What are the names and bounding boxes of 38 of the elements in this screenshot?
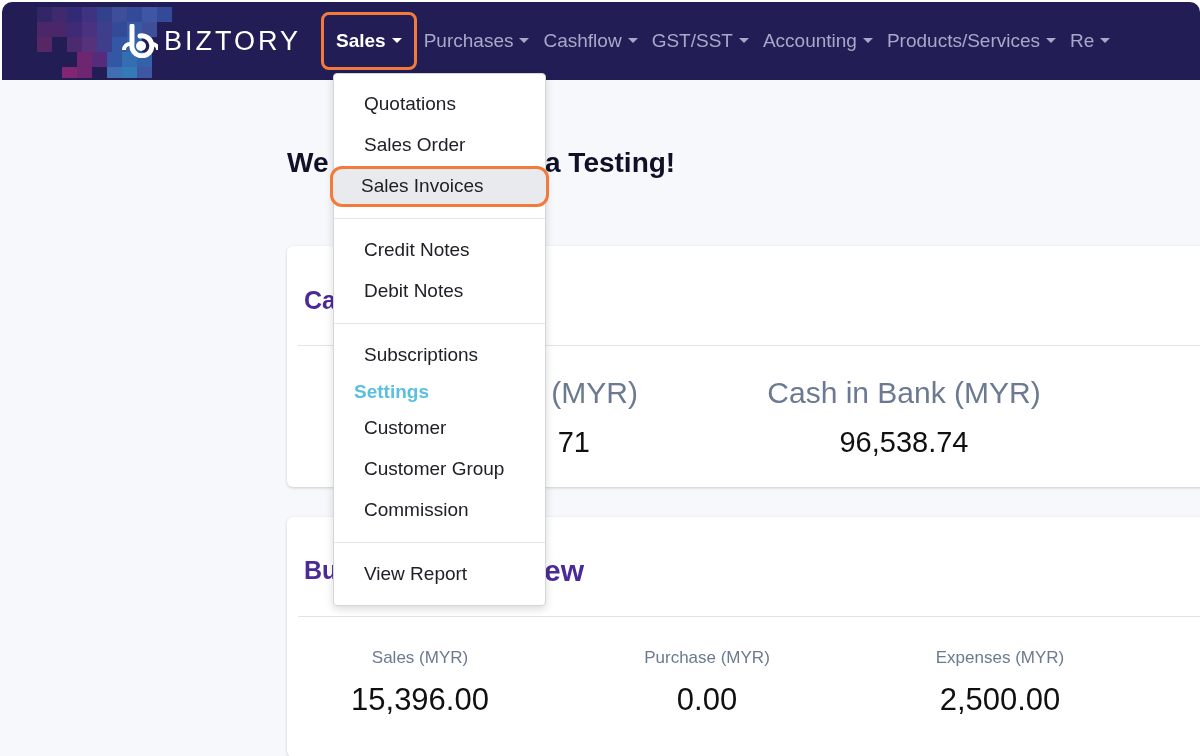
menu-item[interactable]: Debit Notes xyxy=(334,271,545,312)
stat-label: Expenses (MYR) xyxy=(935,647,1065,669)
nav-menu-item[interactable]: Purchases xyxy=(416,12,537,70)
nav-menu-item[interactable]: Products/Services xyxy=(879,12,1064,70)
menu-item[interactable]: Credit Notes xyxy=(334,230,545,271)
caret-icon xyxy=(519,38,530,44)
stat-label: Cash in Bank (MYR) xyxy=(767,375,1041,411)
nav-menu-item[interactable]: Sales xyxy=(321,12,417,70)
menu-item[interactable]: Customer xyxy=(334,408,545,449)
stat-label: Purchase (MYR) xyxy=(644,647,770,669)
logo-icon xyxy=(120,24,158,58)
stat-value: 0.00 xyxy=(676,680,738,719)
stat-value: 2,500.00 xyxy=(939,680,1061,719)
caret-icon xyxy=(1046,38,1057,44)
caret-icon xyxy=(738,38,749,44)
menu-item[interactable]: Commission xyxy=(334,490,545,531)
brand-name: BIZTORY xyxy=(164,24,302,58)
caret-icon xyxy=(391,38,402,44)
nav-menu-item[interactable]: Cashflow xyxy=(536,12,645,70)
stat-label: Sales (MYR) xyxy=(371,647,469,669)
caret-icon xyxy=(862,38,873,44)
card-title: ew xyxy=(544,553,586,589)
caret-icon xyxy=(1100,38,1111,44)
nav-menu-item[interactable]: GST/SST xyxy=(644,12,756,70)
menu-item[interactable]: View Report xyxy=(334,554,545,595)
stat-value: 71 xyxy=(557,425,591,460)
stat-value: 15,396.00 xyxy=(351,680,489,719)
nav-menu-item[interactable]: Re xyxy=(1063,12,1118,70)
stat-value: 96,538.74 xyxy=(839,425,969,460)
nav-menu-item[interactable]: Accounting xyxy=(755,12,880,70)
caret-icon xyxy=(627,38,638,44)
menu-section-header: Settings xyxy=(354,379,429,404)
stat-label: (MYR) xyxy=(551,375,639,411)
menu-item[interactable]: Quotations xyxy=(334,84,545,125)
menu-item[interactable]: Customer Group xyxy=(334,449,545,490)
menu-item[interactable]: Subscriptions xyxy=(334,335,545,376)
menu-item[interactable]: Sales Order xyxy=(334,125,545,166)
welcome-heading: We xyxy=(287,146,329,180)
